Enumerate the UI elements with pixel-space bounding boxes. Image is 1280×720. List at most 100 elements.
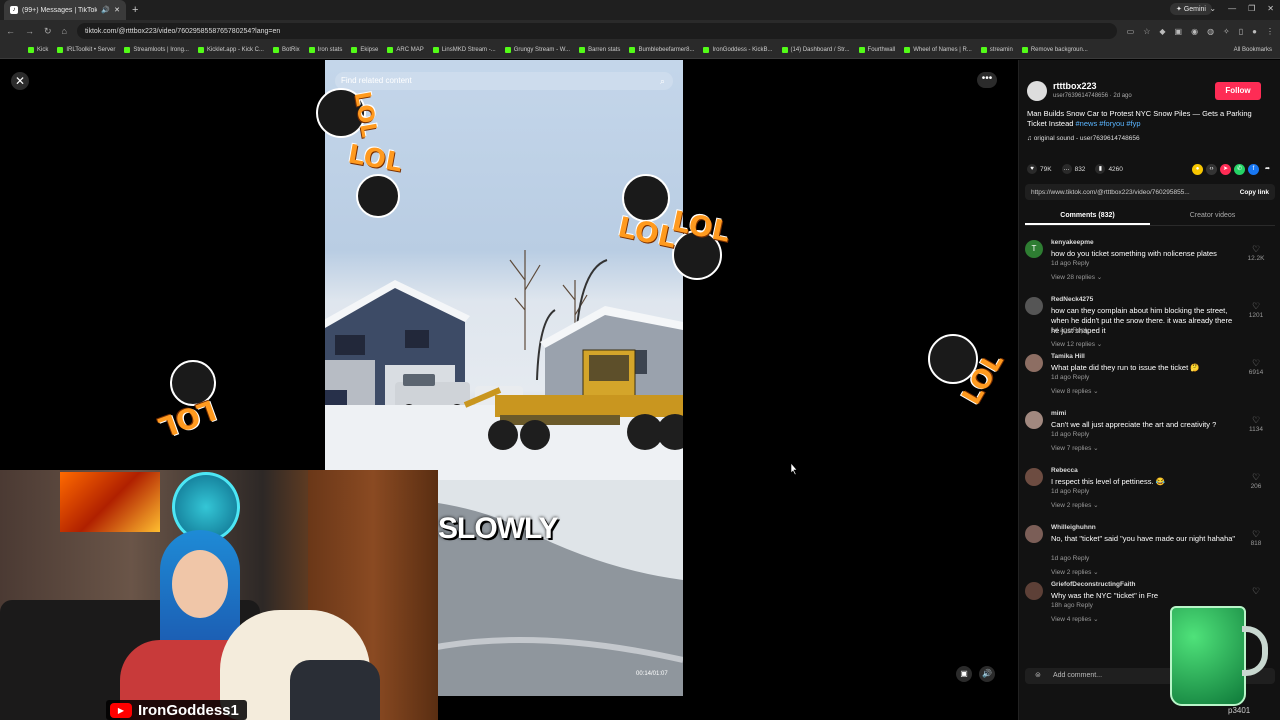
gemini-button[interactable]: ✦ Gemini	[1170, 3, 1212, 15]
view-replies-link[interactable]: View 28 replies ⌄	[1051, 273, 1102, 281]
bookmark-item[interactable]: Bumblebeefarmer8...	[629, 47, 694, 53]
commenter-avatar[interactable]	[1025, 468, 1043, 486]
bookmark-item[interactable]: Kick	[28, 47, 48, 53]
menu-dots-icon[interactable]: ⋮	[1266, 27, 1274, 36]
comment-meta[interactable]: 1d ago Reply	[1051, 555, 1089, 562]
coin-icon[interactable]: ●	[1192, 163, 1203, 175]
commenter-avatar[interactable]: T	[1025, 240, 1043, 258]
comment-like-button[interactable]: ♡ 1201	[1241, 301, 1271, 319]
bookmark-item[interactable]: Grungy Stream - W...	[504, 47, 570, 53]
extension-icon[interactable]: ▣	[1175, 27, 1183, 36]
follow-button[interactable]: Follow	[1215, 82, 1261, 100]
tab-audio-icon[interactable]: 🔊	[101, 6, 110, 14]
bookmark-item[interactable]: Remove backgroun...	[1021, 47, 1088, 53]
extension-icon[interactable]: ◆	[1159, 27, 1165, 36]
bookmark-star-icon[interactable]: ☆	[1143, 27, 1150, 36]
bookmark-item[interactable]: Streamloots | Irong...	[124, 47, 189, 53]
back-icon[interactable]: ←	[6, 26, 15, 36]
puzzle-icon[interactable]: ✧	[1223, 27, 1230, 36]
view-replies-link[interactable]: View 12 replies ⌄	[1051, 340, 1102, 348]
minimize-icon[interactable]: —	[1228, 4, 1236, 13]
like-stat[interactable]: ♥ 79K	[1027, 164, 1052, 174]
tab-close-icon[interactable]: ✕	[114, 6, 120, 14]
comment-like-button[interactable]: ♡ 12.2K	[1241, 244, 1271, 262]
close-video-button[interactable]: ✕	[11, 72, 29, 90]
bookmark-item[interactable]: ARC MAP	[387, 47, 424, 53]
volume-icon[interactable]: 🔊	[979, 666, 995, 682]
commenter-name[interactable]: kenyakeepme	[1051, 239, 1094, 246]
maximize-icon[interactable]: ❐	[1248, 4, 1255, 13]
more-options-button[interactable]: •••	[977, 72, 997, 88]
comment-meta[interactable]: 18h ago Reply	[1051, 602, 1093, 609]
comment-stat[interactable]: … 832	[1061, 164, 1085, 174]
commenter-avatar[interactable]	[1025, 297, 1043, 315]
url-field[interactable]: tiktok.com/@rtttbox223/video/76029585587…	[76, 23, 1117, 39]
all-bookmarks[interactable]: All Bookmarks	[1234, 47, 1272, 53]
view-replies-link[interactable]: View 8 replies ⌄	[1051, 387, 1099, 395]
facebook-icon[interactable]: f	[1248, 163, 1259, 175]
bookmark-item[interactable]: Barren stats	[579, 47, 620, 53]
window-close-icon[interactable]: ✕	[1267, 4, 1274, 13]
commenter-avatar[interactable]	[1025, 582, 1043, 600]
commenter-name[interactable]: Whilleighuhnn	[1051, 524, 1096, 531]
view-replies-link[interactable]: View 7 replies ⌄	[1051, 444, 1099, 452]
comment-meta[interactable]: 1d ago Reply	[1051, 327, 1089, 334]
commenter-avatar[interactable]	[1025, 354, 1043, 372]
sidebar-icon[interactable]: ▯	[1239, 27, 1243, 36]
commenter-avatar[interactable]	[1025, 411, 1043, 429]
comment-meta[interactable]: 1d ago Reply	[1051, 431, 1089, 438]
commenter-name[interactable]: Tamika Hill	[1051, 353, 1085, 360]
bookmark-item[interactable]: Kicklet.app - Kick C...	[197, 47, 264, 53]
save-stat[interactable]: ▮ 4260	[1095, 164, 1123, 174]
comment-meta[interactable]: 1d ago Reply	[1051, 488, 1089, 495]
comment-like-button[interactable]: ♡ 1134	[1241, 415, 1271, 433]
view-replies-link[interactable]: View 2 replies ⌄	[1051, 501, 1099, 509]
commenter-name[interactable]: RedNeck4275	[1051, 296, 1093, 303]
commenter-avatar[interactable]	[1025, 525, 1043, 543]
home-icon[interactable]: ⌂	[62, 26, 67, 36]
creator-avatar[interactable]	[1027, 81, 1047, 101]
creator-username[interactable]: rtttbox223	[1053, 81, 1097, 91]
bookmark-item[interactable]: Fourthwall	[858, 47, 895, 53]
bookmark-item[interactable]: IRLToolkit • Server	[57, 47, 115, 53]
share-arrow-icon[interactable]: ➦	[1262, 163, 1273, 175]
view-replies-link[interactable]: View 2 replies ⌄	[1051, 568, 1099, 576]
new-tab-button[interactable]: +	[132, 4, 138, 16]
browser-tab-tiktok[interactable]: ♪ (99+) Messages | TikTok 🔊 ✕	[4, 0, 126, 20]
bookmark-item[interactable]: Ekipse	[351, 47, 378, 53]
commenter-name[interactable]: GriefofDeconstructingFaith	[1051, 581, 1136, 588]
commenter-name[interactable]: Rebecca	[1051, 467, 1078, 474]
commenter-name[interactable]: mimi	[1051, 410, 1066, 417]
forward-icon[interactable]: →	[25, 26, 34, 36]
comment-meta[interactable]: 1d ago Reply	[1051, 374, 1089, 381]
extension-icon[interactable]: ◍	[1207, 27, 1214, 36]
comment-meta[interactable]: 1d ago Reply	[1051, 260, 1089, 267]
comment-like-button[interactable]: ♡ 206	[1241, 472, 1271, 490]
bookmark-item[interactable]: LinsMKD Stream -...	[432, 47, 496, 53]
description-hashtags[interactable]: #news #foryou #fyp	[1076, 119, 1141, 128]
cast-icon[interactable]: ▭	[1127, 27, 1135, 36]
tab-creator-videos[interactable]: Creator videos	[1150, 206, 1275, 225]
bookmark-item[interactable]: (14) Dashboard / Str...	[781, 47, 850, 53]
profile-icon[interactable]: ●	[1252, 27, 1257, 36]
bookmark-item[interactable]: BotRix	[272, 47, 300, 53]
comment-like-button[interactable]: ♡	[1241, 586, 1271, 597]
copy-link-button[interactable]: Copy link	[1240, 189, 1269, 196]
whatsapp-icon[interactable]: ✆	[1234, 163, 1245, 175]
bookmark-item[interactable]: Iron stats	[308, 47, 342, 53]
bookmark-item[interactable]: Wheel of Names | R...	[904, 47, 972, 53]
send-icon[interactable]: ➤	[1220, 163, 1231, 175]
bookmark-item[interactable]: streamin	[980, 47, 1013, 53]
tab-search-icon[interactable]: ⌄	[1209, 4, 1216, 13]
reload-icon[interactable]: ↻	[44, 26, 52, 37]
comment-like-button[interactable]: ♡ 6914	[1241, 358, 1271, 376]
extension-icon[interactable]: ◉	[1191, 27, 1198, 36]
pip-icon[interactable]: ▣	[956, 666, 972, 682]
embed-icon[interactable]: ‹›	[1206, 163, 1217, 175]
video-link[interactable]: https://www.tiktok.com/@rtttbox223/video…	[1031, 189, 1190, 196]
comment-like-button[interactable]: ♡ 818	[1241, 529, 1271, 547]
view-replies-link[interactable]: View 4 replies ⌄	[1051, 615, 1099, 623]
tab-comments[interactable]: Comments (832)	[1025, 206, 1150, 225]
sound-row[interactable]: ♫ original sound - user7639614748656	[1027, 135, 1140, 142]
bookmark-item[interactable]: IronGoddess - KickB...	[703, 47, 773, 53]
